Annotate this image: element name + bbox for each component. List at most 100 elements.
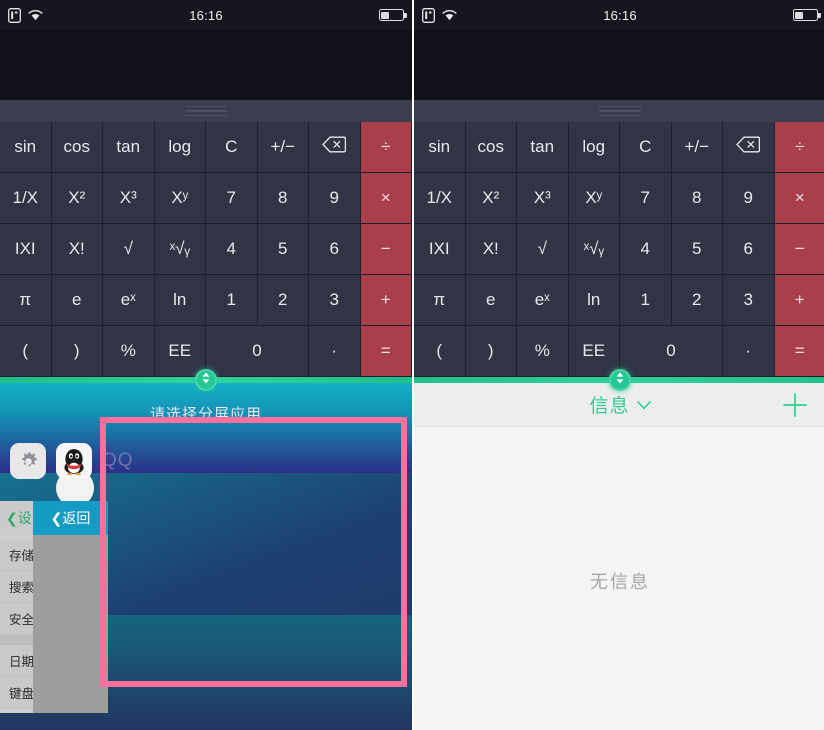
key-1[interactable]: 1 [206,275,258,326]
status-bar-right: 16:16 [414,0,824,30]
key-close-paren[interactable]: ) [465,326,517,377]
key-divide[interactable]: ÷ [774,122,824,173]
key-e[interactable]: e [51,275,103,326]
key-backspace[interactable] [309,122,361,173]
key-multiply[interactable]: × [774,173,824,224]
calculator-keypad-right: sin cos tan log C +/− ÷ 1/X X² X³ Xʸ 7 8… [414,122,824,377]
key-close-paren[interactable]: ) [51,326,103,377]
key-equals[interactable]: = [360,326,412,377]
key-ln[interactable]: ln [568,275,620,326]
key-ln[interactable]: ln [154,275,206,326]
key-e-power-x[interactable]: eˣ [103,275,155,326]
key-x-power-y[interactable]: Xʸ [154,173,206,224]
calculator-drag-handle[interactable] [414,100,824,122]
key-4[interactable]: 4 [206,224,258,275]
key-6[interactable]: 6 [309,224,361,275]
calculator-drag-handle[interactable] [0,100,412,122]
key-e[interactable]: e [465,275,517,326]
key-absolute[interactable]: IXI [414,224,466,275]
settings-back-button-2[interactable]: ❮ 返回 [33,501,108,535]
key-factorial[interactable]: X! [465,224,517,275]
key-minus[interactable]: − [360,224,412,275]
key-plus-minus[interactable]: +/− [671,122,723,173]
key-sqrt[interactable]: √ [517,224,569,275]
key-ee[interactable]: EE [568,326,620,377]
key-x-cubed[interactable]: X³ [517,173,569,224]
key-cos[interactable]: cos [51,122,103,173]
status-time: 16:16 [189,7,223,23]
key-backspace[interactable] [723,122,775,173]
key-7[interactable]: 7 [206,173,258,224]
key-x-cubed[interactable]: X³ [103,173,155,224]
key-log[interactable]: log [568,122,620,173]
key-sqrt[interactable]: √ [103,224,155,275]
key-cos[interactable]: cos [465,122,517,173]
key-absolute[interactable]: IXI [0,224,52,275]
settings-app-overlay-card: ❮ 返回 [33,501,108,713]
key-reciprocal[interactable]: 1/X [0,173,52,224]
key-1[interactable]: 1 [620,275,672,326]
key-0[interactable]: 0 [206,326,309,377]
calculator-display [0,30,412,100]
key-open-paren[interactable]: ( [0,326,52,377]
key-percent[interactable]: % [517,326,569,377]
screenshot-root: 16:16 sin cos tan log C +/− ÷ 1/X X² X³ … [0,0,824,730]
key-percent[interactable]: % [103,326,155,377]
qq-penguin-icon[interactable] [56,443,92,479]
key-x-squared[interactable]: X² [51,173,103,224]
key-8[interactable]: 8 [671,173,723,224]
key-6[interactable]: 6 [723,224,775,275]
key-minus[interactable]: − [774,224,824,275]
key-equals[interactable]: = [774,326,824,377]
messages-empty-state: 无信息 [590,572,650,592]
key-2[interactable]: 2 [257,275,309,326]
key-nth-root[interactable]: ˣ√ᵧ [568,224,620,275]
split-resize-handle-right[interactable] [609,369,631,391]
key-0[interactable]: 0 [620,326,723,377]
key-8[interactable]: 8 [257,173,309,224]
key-multiply[interactable]: × [360,173,412,224]
key-open-paren[interactable]: ( [414,326,466,377]
back-chevron-icon: ❮ [6,509,18,526]
key-2[interactable]: 2 [671,275,723,326]
key-plus[interactable]: + [360,275,412,326]
home-app-strip: QQ [0,431,412,491]
key-nth-root[interactable]: ˣ√ᵧ [154,224,206,275]
key-tan[interactable]: tan [103,122,155,173]
key-decimal[interactable]: · [309,326,361,377]
key-5[interactable]: 5 [257,224,309,275]
key-clear[interactable]: C [206,122,258,173]
key-sin[interactable]: sin [414,122,466,173]
key-9[interactable]: 9 [723,173,775,224]
messages-title-dropdown[interactable]: 信息 [589,391,651,418]
key-4[interactable]: 4 [620,224,672,275]
key-plus-minus[interactable]: +/− [257,122,309,173]
resize-updown-icon [201,371,211,389]
key-decimal[interactable]: · [723,326,775,377]
key-clear[interactable]: C [620,122,672,173]
key-x-power-y[interactable]: Xʸ [568,173,620,224]
new-message-button[interactable] [782,392,808,418]
key-pi[interactable]: π [0,275,52,326]
messages-app-screen: 信息 无信息 [414,383,824,730]
key-pi[interactable]: π [414,275,466,326]
key-3[interactable]: 3 [309,275,361,326]
key-tan[interactable]: tan [517,122,569,173]
key-log[interactable]: log [154,122,206,173]
left-phone-panel: 16:16 sin cos tan log C +/− ÷ 1/X X² X³ … [0,0,412,730]
key-5[interactable]: 5 [671,224,723,275]
settings-gear-icon[interactable] [10,443,46,479]
key-e-power-x[interactable]: eˣ [517,275,569,326]
key-reciprocal[interactable]: 1/X [414,173,466,224]
key-3[interactable]: 3 [723,275,775,326]
key-ee[interactable]: EE [154,326,206,377]
split-resize-handle-left[interactable] [195,369,217,391]
key-divide[interactable]: ÷ [360,122,412,173]
key-factorial[interactable]: X! [51,224,103,275]
key-7[interactable]: 7 [620,173,672,224]
right-phone-panel: 16:16 sin cos tan log C +/− ÷ 1/X X² X³ … [414,0,824,730]
key-sin[interactable]: sin [0,122,52,173]
key-x-squared[interactable]: X² [465,173,517,224]
key-9[interactable]: 9 [309,173,361,224]
key-plus[interactable]: + [774,275,824,326]
